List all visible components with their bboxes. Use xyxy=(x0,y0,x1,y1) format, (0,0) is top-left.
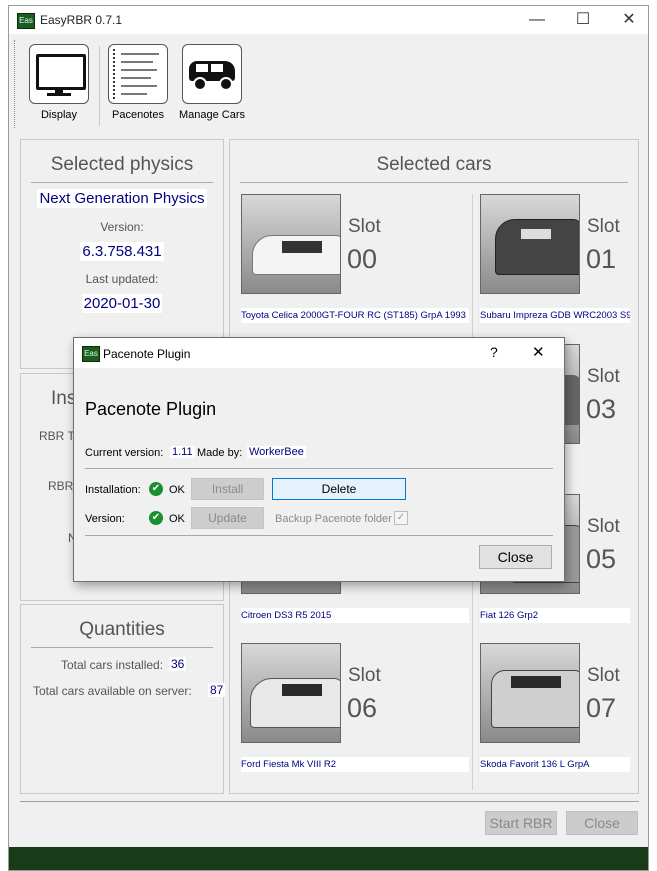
quantities-panel: Quantities Total cars installed: 36 Tota… xyxy=(20,604,226,794)
quantities-title: Quantities xyxy=(79,619,165,640)
physics-version: 6.3.758.431 xyxy=(80,242,164,261)
footer-divider xyxy=(20,801,639,802)
current-version-value: 1.11 xyxy=(170,446,195,458)
version-status: OK xyxy=(169,513,185,525)
delete-button[interactable]: Delete xyxy=(272,478,406,500)
slot-label: Slot xyxy=(587,665,620,686)
physics-title: Selected physics xyxy=(50,154,194,175)
slot-number: 03 xyxy=(586,394,617,424)
dialog-close-icon[interactable]: ✕ xyxy=(532,343,545,361)
installation-status: OK xyxy=(169,484,185,496)
version-label: Version: xyxy=(85,513,125,525)
dialog-title: Pacenote Plugin xyxy=(103,347,191,361)
version-label: Version: xyxy=(100,220,144,234)
car-thumbnail xyxy=(241,194,341,294)
car-slot-07[interactable]: Slot 07 Skoda Favorit 136 L GrpA xyxy=(480,643,630,773)
pacenotes-button[interactable]: Pacenotes xyxy=(107,44,169,121)
install-row-rbr-t: RBR T xyxy=(39,429,75,443)
toolbar-grip[interactable] xyxy=(14,40,17,128)
car-icon xyxy=(182,44,242,104)
car-slot-06[interactable]: Slot 06 Ford Fiesta Mk VIII R2 xyxy=(241,643,471,773)
car-thumbnail xyxy=(241,643,341,743)
car-slot-00[interactable]: Slot 00 Toyota Celica 2000GT-FOUR RC (ST… xyxy=(241,194,471,324)
car-name: Toyota Celica 2000GT-FOUR RC (ST185) Grp… xyxy=(241,308,469,323)
car-slot-01[interactable]: Slot 01 Subaru Impreza GDB WRC2003 S9 xyxy=(480,194,630,324)
installation-label: Installation: xyxy=(85,484,141,496)
window-title: EasyRBR 0.7.1 xyxy=(40,13,123,27)
close-button[interactable]: Close xyxy=(566,811,638,835)
made-by-label: Made by: xyxy=(197,447,243,459)
slot-number: 06 xyxy=(347,693,378,723)
manage-cars-button[interactable]: Manage Cars xyxy=(177,44,247,121)
app-icon: Eas xyxy=(17,13,35,29)
cars-installed-value: 36 xyxy=(169,657,187,671)
status-bar xyxy=(9,847,648,870)
cars-server-label: Total cars available on server: xyxy=(33,684,192,698)
backup-label: Backup Pacenote folder xyxy=(275,513,392,525)
physics-divider xyxy=(31,182,213,183)
check-icon: ✔ xyxy=(149,482,163,496)
car-name: Subaru Impreza GDB WRC2003 S9 xyxy=(480,308,630,323)
car-name: Skoda Favorit 136 L GrpA xyxy=(480,757,630,772)
slot-number: 07 xyxy=(586,693,617,723)
install-button[interactable]: Install xyxy=(191,478,264,500)
car-thumbnail xyxy=(480,194,580,294)
slot-label: Slot xyxy=(587,216,620,237)
physics-name: Next Generation Physics xyxy=(37,189,207,208)
car-name: Ford Fiesta Mk VIII R2 xyxy=(241,757,469,772)
dialog-close-button[interactable]: Close xyxy=(479,545,552,569)
pacenote-plugin-dialog: Eas Pacenote Plugin ? ✕ Pacenote Plugin … xyxy=(73,337,565,582)
cars-installed-label: Total cars installed: xyxy=(61,658,164,672)
monitor-icon xyxy=(29,44,89,104)
slot-label: Slot xyxy=(587,366,620,387)
slot-number: 05 xyxy=(586,544,617,574)
physics-updated: 2020-01-30 xyxy=(81,294,163,313)
pacenotes-label: Pacenotes xyxy=(112,109,164,121)
dialog-title-bar[interactable]: Eas Pacenote Plugin ? ✕ xyxy=(74,338,564,368)
cars-title: Selected cars xyxy=(376,154,492,175)
slot-label: Slot xyxy=(587,516,620,537)
maximize-icon[interactable]: ☐ xyxy=(560,6,606,34)
quantities-divider xyxy=(31,647,213,648)
current-version-label: Current version: xyxy=(85,447,164,459)
help-icon[interactable]: ? xyxy=(490,344,498,360)
slot-label: Slot xyxy=(348,216,381,237)
car-name: Citroen DS3 R5 2015 xyxy=(241,608,469,623)
title-bar[interactable]: Eas EasyRBR 0.7.1 — ☐ ✕ xyxy=(9,6,648,34)
manage-cars-label: Manage Cars xyxy=(178,109,246,121)
dialog-divider-2 xyxy=(85,535,553,536)
physics-panel: Selected physics Next Generation Physics… xyxy=(20,139,224,369)
display-button[interactable]: Display xyxy=(27,44,91,121)
dialog-heading: Pacenote Plugin xyxy=(85,399,217,419)
start-rbr-button[interactable]: Start RBR xyxy=(485,811,557,835)
dialog-divider-1 xyxy=(85,468,553,469)
minimize-icon[interactable]: — xyxy=(514,6,560,34)
car-thumbnail xyxy=(480,643,580,743)
dialog-app-icon: Eas xyxy=(82,346,100,362)
display-label: Display xyxy=(40,109,78,121)
slot-number: 00 xyxy=(347,244,378,274)
slot-label: Slot xyxy=(348,665,381,686)
car-name: Fiat 126 Grp2 xyxy=(480,608,630,623)
toolbar-separator xyxy=(99,46,100,126)
updated-label: Last updated: xyxy=(85,272,159,286)
cars-server-value: 87 xyxy=(208,683,226,697)
made-by-value: WorkerBee xyxy=(247,446,306,458)
close-icon[interactable]: ✕ xyxy=(606,6,652,34)
notebook-icon xyxy=(108,44,168,104)
update-button[interactable]: Update xyxy=(191,507,264,529)
cars-divider xyxy=(240,182,628,183)
slot-number: 01 xyxy=(586,244,617,274)
check-icon: ✔ xyxy=(149,511,163,525)
backup-checkbox[interactable]: ✓ xyxy=(394,511,408,525)
